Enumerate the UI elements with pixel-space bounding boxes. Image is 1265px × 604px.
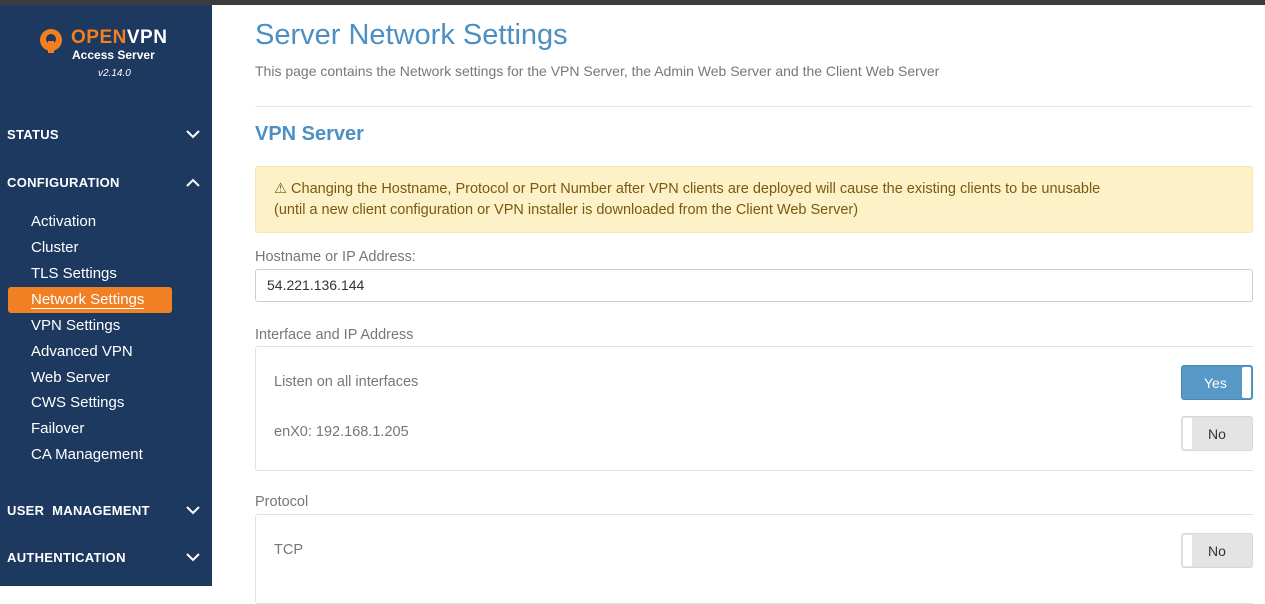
section-label: CONFIGURATION — [7, 174, 120, 190]
sidebar-item-tls-settings[interactable]: TLS Settings — [31, 263, 117, 285]
toggle-label: Yes — [1204, 374, 1227, 391]
chevron-down-icon — [184, 501, 202, 519]
sidebar-item-web-server[interactable]: Web Server — [31, 367, 110, 389]
interface-panel: Listen on all interfaces Yes enX0: 192.1… — [255, 346, 1253, 471]
sidebar-section-configuration[interactable]: CONFIGURATION — [7, 170, 202, 194]
chevron-down-icon — [184, 548, 202, 566]
page-title: Server Network Settings — [255, 19, 568, 51]
hostname-label: Hostname or IP Address: — [255, 249, 416, 265]
sidebar-section-user-management[interactable]: USER MANAGEMENT — [7, 498, 202, 522]
protocol-panel: TCP No — [255, 514, 1253, 604]
section-title-vpn-server: VPN Server — [255, 123, 364, 145]
listen-all-interfaces-toggle[interactable]: Yes — [1181, 365, 1253, 400]
toggle-label: No — [1208, 425, 1226, 442]
interface-enx0-toggle[interactable]: No — [1181, 416, 1253, 451]
toggle-knob — [1183, 418, 1192, 449]
hostname-input[interactable]: 54.221.136.144 — [255, 269, 1253, 302]
sidebar-item-vpn-settings[interactable]: VPN Settings — [31, 315, 120, 337]
protocol-label: Protocol — [255, 494, 309, 510]
sidebar-item-ca-management[interactable]: CA Management — [31, 444, 143, 466]
logo-subtitle: Access Server — [72, 48, 155, 62]
interface-row-label: enX0: 192.168.1.205 — [274, 424, 409, 440]
protocol-tcp-toggle[interactable]: No — [1181, 533, 1253, 568]
sidebar-item-activation[interactable]: Activation — [31, 211, 96, 233]
sidebar-item-network-settings[interactable]: Network Settings — [8, 287, 172, 313]
openvpn-logo[interactable]: OPENVPN Access Server v2.14.0 — [38, 27, 178, 87]
section-label: AUTHENTICATION — [7, 549, 126, 565]
sidebar-item-failover[interactable]: Failover — [31, 418, 84, 440]
interface-row-label: Listen on all interfaces — [274, 374, 419, 390]
warning-alert: ⚠ Changing the Hostname, Protocol or Por… — [255, 166, 1253, 233]
openvpn-logo-icon — [40, 29, 62, 53]
sidebar: OPENVPN Access Server v2.14.0 STATUS CON… — [0, 5, 212, 586]
logo-brand-name: OPENVPN — [71, 27, 168, 48]
divider — [255, 106, 1253, 107]
section-label: STATUS — [7, 126, 59, 142]
toggle-label: No — [1208, 542, 1226, 559]
protocol-row-label: TCP — [274, 542, 303, 558]
sidebar-section-status[interactable]: STATUS — [7, 122, 202, 146]
chevron-up-icon — [184, 173, 202, 191]
chevron-down-icon — [184, 125, 202, 143]
section-label: USER MANAGEMENT — [7, 502, 150, 518]
warning-text-line1: ⚠ Changing the Hostname, Protocol or Por… — [274, 181, 1101, 197]
warning-text-line2: (until a new client configuration or VPN… — [274, 202, 859, 218]
sidebar-item-cluster[interactable]: Cluster — [31, 237, 79, 259]
toggle-knob — [1183, 535, 1192, 566]
sidebar-item-label: Network Settings — [31, 291, 145, 309]
version-label: v2.14.0 — [98, 68, 131, 79]
sidebar-section-authentication[interactable]: AUTHENTICATION — [7, 545, 202, 569]
interface-label: Interface and IP Address — [255, 327, 414, 343]
sidebar-item-advanced-vpn[interactable]: Advanced VPN — [31, 341, 133, 363]
toggle-knob — [1242, 367, 1251, 398]
page-description: This page contains the Network settings … — [255, 63, 940, 79]
sidebar-item-cws-settings[interactable]: CWS Settings — [31, 392, 124, 414]
